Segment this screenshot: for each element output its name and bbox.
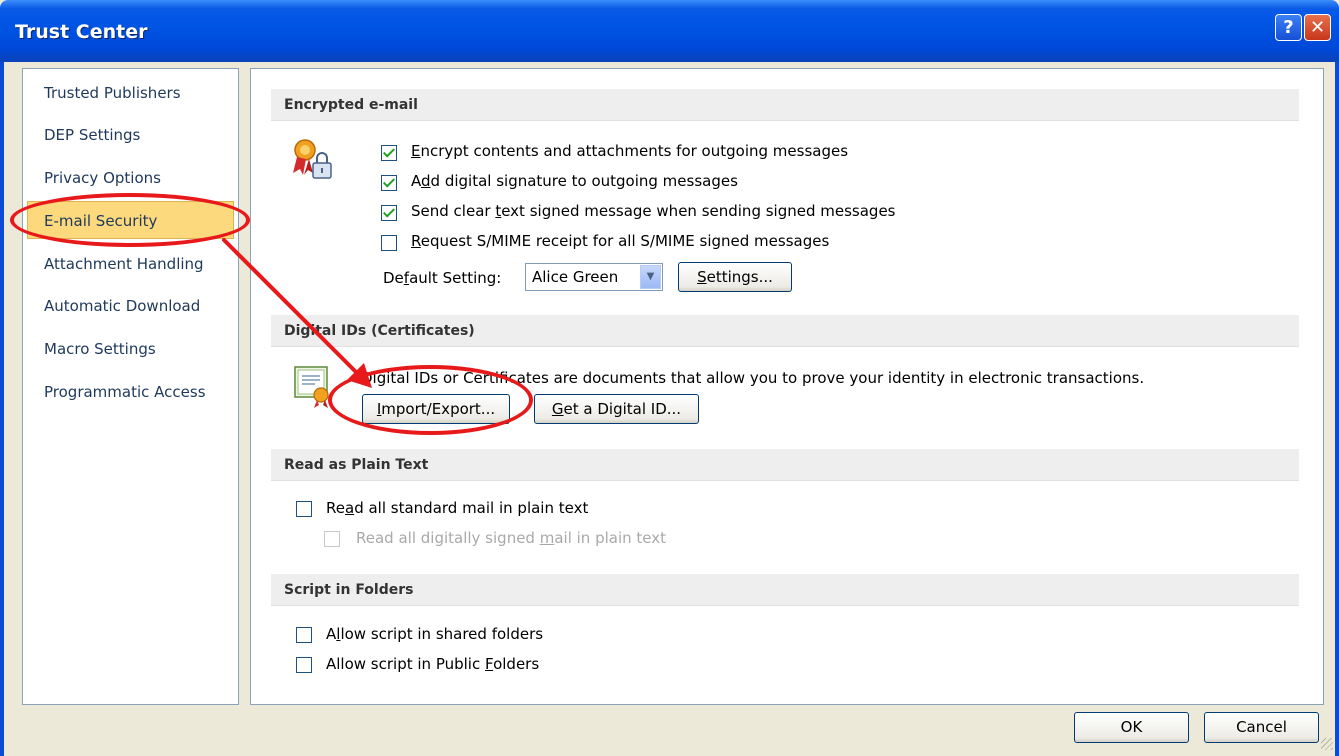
default-setting-select[interactable]: Alice Green ▼ (525, 263, 663, 291)
window-frame-left (0, 62, 4, 756)
sidebar-item-macro-settings[interactable]: Macro Settings (24, 330, 237, 368)
category-sidebar: Trusted Publishers DEP Settings Privacy … (22, 68, 239, 705)
add-signature-checkbox[interactable] (381, 175, 397, 191)
section-header-digital-ids: Digital IDs (Certificates) (271, 315, 1299, 347)
default-setting-label: Default Setting: (383, 269, 502, 287)
allow-script-shared-checkbox[interactable] (296, 627, 312, 643)
read-signed-plain-text-checkbox[interactable] (324, 531, 340, 547)
encrypt-contents-checkbox[interactable] (381, 145, 397, 161)
get-digital-id-button[interactable]: Get a Digital ID... (534, 394, 699, 424)
ok-button[interactable]: OK (1074, 712, 1189, 743)
settings-button[interactable]: Settings... (678, 262, 792, 292)
default-setting-value: Alice Green (532, 268, 619, 286)
cancel-button[interactable]: Cancel (1204, 712, 1319, 743)
window-title: Trust Center (15, 21, 148, 43)
read-plain-text-label: Read all standard mail in plain text (326, 499, 589, 517)
title-bar: Trust Center ? ✕ (0, 0, 1339, 62)
sidebar-item-attachment-handling[interactable]: Attachment Handling (24, 245, 237, 283)
resize-grip-icon[interactable] (1321, 738, 1333, 750)
add-signature-label: Add digital signature to outgoing messag… (411, 172, 738, 190)
section-header-plain-text: Read as Plain Text (271, 449, 1299, 481)
annotation-circle-import-export (328, 365, 533, 435)
sidebar-item-trusted-publishers[interactable]: Trusted Publishers (24, 74, 237, 112)
sidebar-item-programmatic-access[interactable]: Programmatic Access (24, 373, 237, 411)
read-signed-plain-text-label: Read all digitally signed mail in plain … (356, 529, 667, 547)
sidebar-item-privacy-options[interactable]: Privacy Options (24, 159, 237, 197)
allow-script-shared-label: Allow script in shared folders (326, 625, 544, 643)
help-button[interactable]: ? (1275, 14, 1302, 41)
request-smime-receipt-checkbox[interactable] (381, 235, 397, 251)
send-clear-text-label: Send clear text signed message when send… (411, 202, 896, 220)
section-header-script-in-folders: Script in Folders (271, 574, 1299, 606)
certificate-lock-icon (293, 139, 332, 179)
window-frame-right (1335, 62, 1339, 756)
sidebar-item-automatic-download[interactable]: Automatic Download (24, 287, 237, 325)
send-clear-text-checkbox[interactable] (381, 205, 397, 221)
request-smime-receipt-label: Request S/MIME receipt for all S/MIME si… (411, 232, 830, 250)
close-button[interactable]: ✕ (1304, 14, 1331, 41)
section-header-encrypted-email: Encrypted e-mail (271, 89, 1299, 121)
sidebar-item-dep-settings[interactable]: DEP Settings (24, 116, 237, 154)
allow-script-public-label: Allow script in Public Folders (326, 655, 540, 673)
allow-script-public-checkbox[interactable] (296, 657, 312, 673)
annotation-circle-email-security (10, 193, 250, 247)
encrypt-contents-label: Encrypt contents and attachments for out… (411, 142, 849, 160)
read-plain-text-checkbox[interactable] (296, 501, 312, 517)
chevron-down-icon[interactable]: ▼ (640, 265, 661, 289)
